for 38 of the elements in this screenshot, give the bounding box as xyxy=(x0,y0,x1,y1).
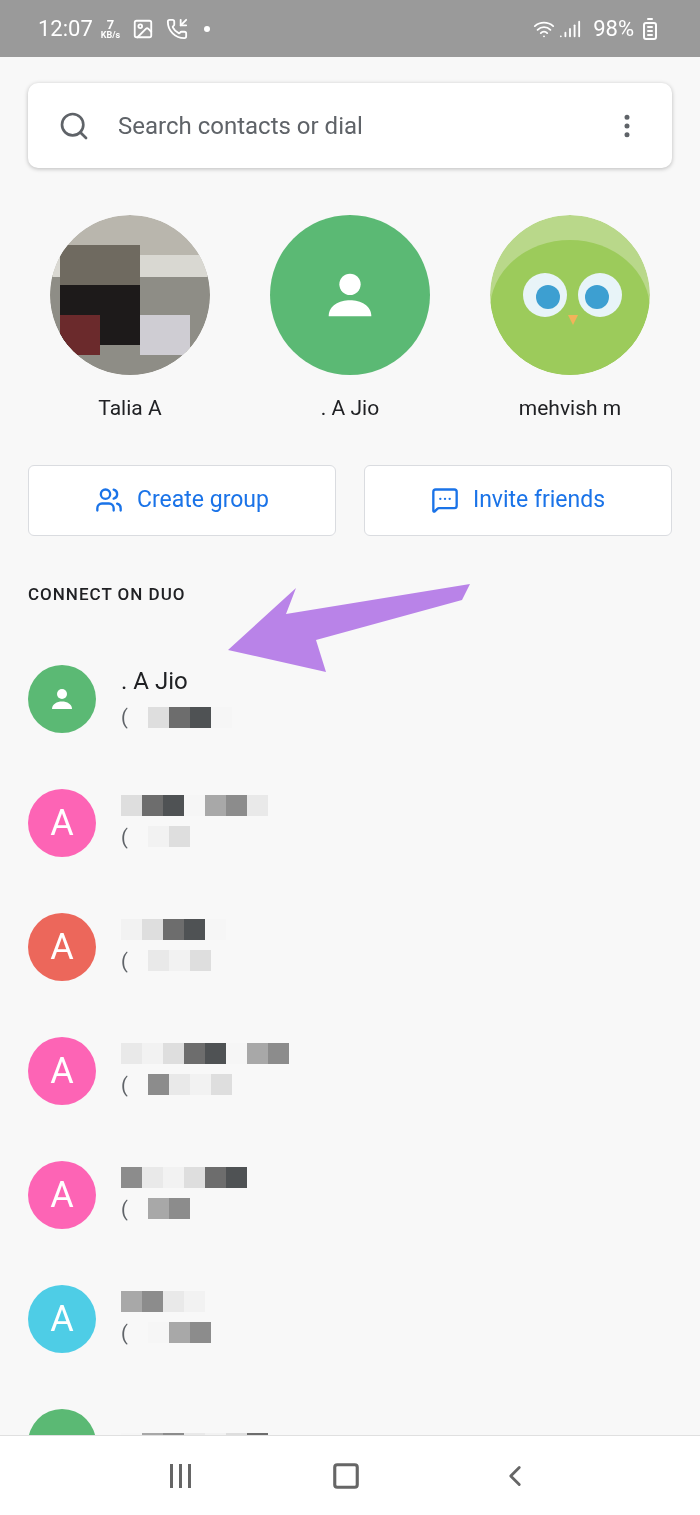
avatar-initial: A xyxy=(50,1049,74,1094)
avatar-initial: A xyxy=(50,1297,74,1342)
avatar-initial: A xyxy=(50,1173,74,1218)
favorite-name[interactable]: mehvish m xyxy=(518,393,622,425)
contact-phone: ( xyxy=(121,1195,128,1223)
contact-phone: ( xyxy=(121,947,128,975)
avatar-initial: A xyxy=(50,925,74,970)
contact-row[interactable]: A ( xyxy=(0,885,700,1009)
contact-phone: ( xyxy=(121,704,128,731)
image-icon xyxy=(132,17,155,40)
redaction-mosaic xyxy=(147,826,190,847)
contact-row[interactable]: A ( xyxy=(0,1133,700,1257)
action-button[interactable]: Create group xyxy=(28,464,336,536)
redaction-mosaic xyxy=(147,1198,190,1219)
contact-row[interactable]: A ( xyxy=(0,761,700,885)
contact-row[interactable]: A ( xyxy=(0,1009,700,1133)
redaction-mosaic xyxy=(147,950,211,971)
speed-unit: KB/s xyxy=(100,30,121,40)
call-icon xyxy=(166,17,189,40)
favorite-name[interactable]: Talia A xyxy=(98,393,162,425)
contact-phone: ( xyxy=(121,1319,128,1347)
favorite-name[interactable]: . A Jio xyxy=(320,393,380,425)
home-icon[interactable] xyxy=(331,1460,361,1491)
speed-value: 7 xyxy=(106,17,115,31)
contact-row[interactable]: . A Jio ( xyxy=(0,637,700,761)
search-field[interactable]: Search contacts or dial xyxy=(118,107,612,144)
contact-name: . A Jio xyxy=(121,666,189,696)
clock-text: 12:07 xyxy=(38,15,93,43)
contact-row[interactable]: A ( xyxy=(0,1257,700,1381)
avatar-initial: A xyxy=(50,801,74,846)
group-icon xyxy=(95,486,124,514)
search-bar[interactable]: Search contacts or dial xyxy=(28,83,672,168)
battery-text: 98% xyxy=(593,15,634,43)
contact-phone: ( xyxy=(121,823,128,851)
contact-phone: ( xyxy=(121,1071,128,1099)
section-title: CONNECT ON DUO xyxy=(28,582,187,606)
action-button[interactable]: Invite friends xyxy=(364,464,672,536)
message-icon xyxy=(430,486,459,514)
